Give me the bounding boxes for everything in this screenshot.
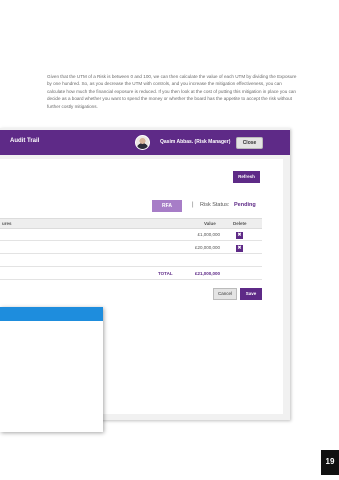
delete-icon[interactable]: ✖ — [236, 232, 243, 239]
delete-icon[interactable]: ✖ — [236, 245, 243, 252]
risk-status-value: Pending — [234, 202, 256, 208]
column-header-measures: ures — [2, 221, 12, 226]
window-title: Audit Trail — [10, 138, 40, 144]
avatar — [135, 135, 150, 150]
refresh-button[interactable]: Refresh — [233, 171, 260, 183]
user-name: Qasim Abbas. (Risk Manager) — [160, 139, 231, 145]
dialog-header — [0, 307, 103, 321]
total-label: TOTAL — [158, 271, 173, 276]
row-value: £20,000,000 — [194, 245, 220, 250]
overlay-dialog — [0, 307, 103, 432]
column-header-delete: Delete — [233, 221, 247, 226]
title-bar: Audit Trail Qasim Abbas. (Risk Manager) … — [0, 130, 290, 155]
table-header: ures Value Delete — [0, 218, 262, 229]
page-number-tab: 19 — [321, 450, 339, 475]
rfa-button[interactable]: RFA — [152, 200, 182, 212]
total-value: £21,000,000 — [194, 271, 220, 276]
column-header-value: Value — [204, 221, 216, 226]
table-row: £20,000,000 ✖ — [0, 242, 262, 254]
body-paragraph: Given that the UTM of a Risk is between … — [47, 74, 297, 109]
cancel-button[interactable]: Cancel — [213, 288, 237, 300]
table-row: £1,000,000 ✖ — [0, 229, 262, 241]
table-row-empty — [0, 268, 262, 280]
page-number: 19 — [325, 457, 335, 466]
status-separator: | — [192, 202, 194, 208]
risk-status-label: Risk Status: — [200, 202, 230, 208]
close-button[interactable]: Close — [236, 137, 263, 149]
table-row-empty — [0, 255, 262, 267]
row-value: £1,000,000 — [197, 232, 220, 237]
save-button[interactable]: Save — [240, 288, 262, 300]
